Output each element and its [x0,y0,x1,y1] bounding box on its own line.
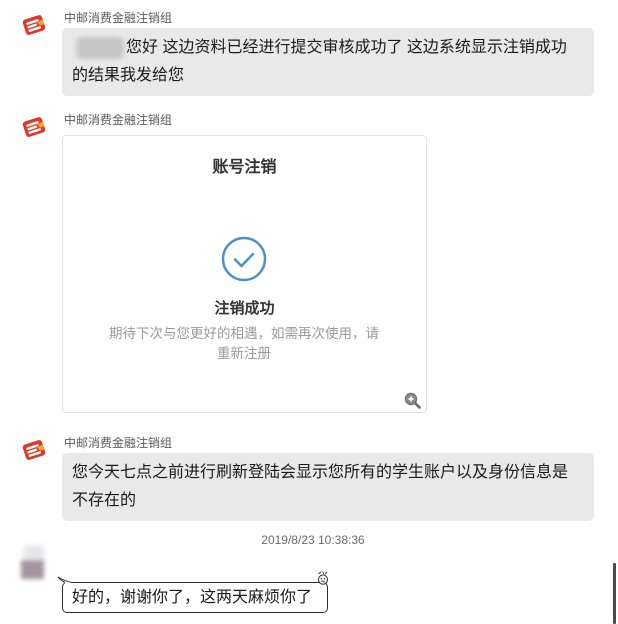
message-text: 您今天七点之前进行刷新登陆会显示您所有的学生账户以及身份信息是不存在的 [72,464,569,509]
card-description: 期待下次与您更好的相遇，如需再次使用，请重新注册 [109,326,379,361]
check-circle-icon [221,236,267,282]
sender-name: 中邮消费金融注销组 [64,436,173,450]
incoming-message-bubble: 您好 这边资料已经进行提交审核成功了 这边系统显示注销成功的结果我发给您 [62,28,594,96]
avatar[interactable] [18,546,48,582]
bubble-tail [55,573,73,585]
message-text: 您好 这边资料已经进行提交审核成功了 这边系统显示注销成功的结果我发给您 [72,39,567,84]
incoming-message-bubble: 您今天七点之前进行刷新登陆会显示您所有的学生账户以及身份信息是不存在的 [62,453,594,521]
image-message-card[interactable]: 账号注销 注销成功 期待下次与您更好的相遇，如需再次使用，请重新注册 [62,135,427,413]
china-post-logo-icon[interactable] [20,11,48,39]
card-title: 账号注销 [212,159,277,176]
timestamp-divider: 2019/8/23 10:38:36 [261,533,365,547]
avatar-blur [21,560,44,579]
sender-name: 中邮消费金融注销组 [64,113,173,127]
avatar-blur [24,546,44,559]
vertical-scrollbar-thumb[interactable] [613,563,616,624]
emoji-icon [315,571,331,585]
redacted-name [76,36,124,59]
china-post-logo-icon[interactable] [20,436,48,464]
message-text: 好的，谢谢你了，这两天麻烦你了 [72,589,313,606]
chat-log: 中邮消费金融注销组 您好 这边资料已经进行提交审核成功了 这边系统显示注销成功的… [0,0,618,624]
zoom-in-icon[interactable] [404,392,421,409]
card-status: 注销成功 [214,300,275,317]
china-post-logo-icon[interactable] [20,113,48,141]
outgoing-message-bubble: 好的，谢谢你了，这两天麻烦你了 [62,582,328,613]
sender-name: 中邮消费金融注销组 [64,11,173,25]
